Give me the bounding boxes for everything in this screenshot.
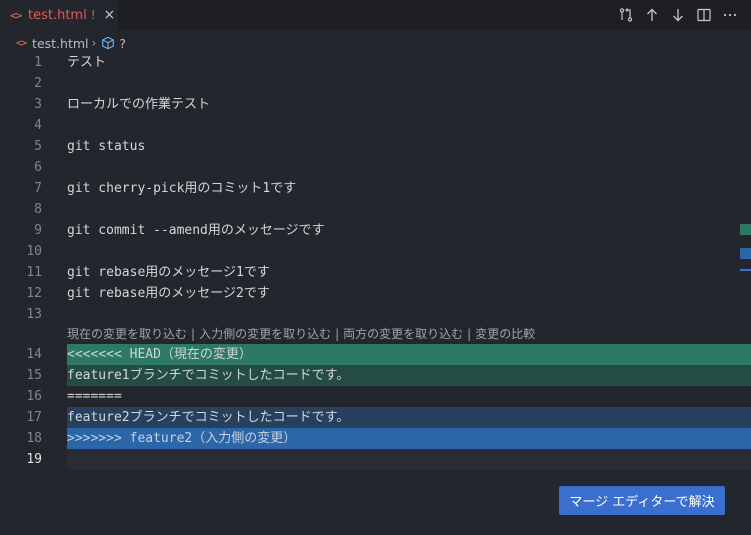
line-number: 3 <box>34 97 42 112</box>
code-line: 9 git commit --amend用のメッセージです <box>0 220 751 241</box>
line-number: 19 <box>26 452 42 467</box>
codelens-separator: | <box>191 327 196 341</box>
accept-current-change-link[interactable]: 現在の変更を取り込む <box>67 327 187 341</box>
code-line: 14 <<<<<<< HEAD（現在の変更） <box>0 344 751 365</box>
code-line: 15 feature1ブランチでコミットしたコードです。 <box>0 365 751 386</box>
line-text <box>67 115 751 136</box>
line-text <box>67 73 751 94</box>
code-editor[interactable]: 1 テスト 2 3 ローカルでの作業テスト 4 5 git status 6 7… <box>0 52 751 535</box>
code-line: 4 <box>0 115 751 136</box>
overview-ruler-current-mark <box>740 224 751 235</box>
line-number: 5 <box>34 139 42 154</box>
current-change-header: <<<<<<< HEAD（現在の変更） <box>67 344 751 365</box>
code-line: 7 git cherry-pick用のコミット1です <box>0 178 751 199</box>
split-editor-icon[interactable] <box>694 5 714 25</box>
line-text: git status <box>67 139 146 154</box>
code-line: 1 テスト <box>0 52 751 73</box>
incoming-change-header: >>>>>>> feature2（入力側の変更） <box>67 428 751 449</box>
modified-indicator: ! <box>90 8 96 22</box>
line-number: 2 <box>34 76 42 91</box>
tab-test-html[interactable]: <> test.html ! × <box>0 0 118 30</box>
html-file-icon: <> <box>16 37 27 49</box>
code-line: 2 <box>0 73 751 94</box>
close-icon[interactable]: × <box>104 7 116 23</box>
line-number: 6 <box>34 160 42 175</box>
tab-label: test.html <box>28 7 87 23</box>
line-number: 13 <box>26 307 42 322</box>
line-number: 14 <box>26 347 42 362</box>
line-number: 1 <box>34 55 42 70</box>
breadcrumb-file[interactable]: test.html <box>32 36 88 51</box>
codelens-separator: | <box>467 327 472 341</box>
code-line: 5 git status <box>0 136 751 157</box>
code-line: 10 <box>0 241 751 262</box>
merge-conflict-codelens: 現在の変更を取り込む | 入力側の変更を取り込む | 両方の変更を取り込む | 変更の比較 <box>67 326 535 342</box>
line-text <box>67 199 751 220</box>
conflict-separator: ======= <box>67 389 122 404</box>
code-line: 8 <box>0 199 751 220</box>
accept-both-changes-link[interactable]: 両方の変更を取り込む <box>343 327 463 341</box>
code-line: 3 ローカルでの作業テスト <box>0 94 751 115</box>
arrow-up-icon[interactable] <box>642 5 662 25</box>
html-file-icon: <> <box>10 8 22 22</box>
incoming-change-content: feature2ブランチでコミットしたコードです。 <box>67 407 751 428</box>
line-text: git commit --amend用のメッセージです <box>67 223 325 238</box>
chevron-right-icon: › <box>91 36 97 50</box>
line-text <box>67 449 751 470</box>
line-number: 7 <box>34 181 42 196</box>
compare-changes-link[interactable]: 変更の比較 <box>475 327 535 341</box>
code-line: 17 feature2ブランチでコミットしたコードです。 <box>0 407 751 428</box>
accept-incoming-change-link[interactable]: 入力側の変更を取り込む <box>199 327 331 341</box>
breadcrumb: <> test.html › ? <box>16 34 126 52</box>
more-actions-icon[interactable] <box>720 5 740 25</box>
codelens-separator: | <box>335 327 340 341</box>
overview-ruler-incoming-mark <box>740 248 751 259</box>
line-text <box>67 241 751 262</box>
line-text: git rebase用のメッセージ2です <box>67 286 270 301</box>
line-number: 18 <box>26 431 42 446</box>
code-line: 12 git rebase用のメッセージ2です <box>0 283 751 304</box>
line-number: 15 <box>26 368 42 383</box>
line-text: git cherry-pick用のコミット1です <box>67 181 297 196</box>
breadcrumb-symbol[interactable]: ? <box>119 36 126 51</box>
current-change-content: feature1ブランチでコミットしたコードです。 <box>67 365 751 386</box>
line-text <box>67 157 751 178</box>
arrow-down-icon[interactable] <box>668 5 688 25</box>
line-number: 11 <box>26 265 42 280</box>
line-number: 16 <box>26 389 42 404</box>
line-text: ローカルでの作業テスト <box>67 97 211 112</box>
line-number: 17 <box>26 410 42 425</box>
editor-window: <> test.html ! × <> test.html › ? 1 テスト … <box>0 0 751 535</box>
line-number: 12 <box>26 286 42 301</box>
code-line: 11 git rebase用のメッセージ1です <box>0 262 751 283</box>
line-number: 9 <box>34 223 42 238</box>
compare-changes-icon[interactable] <box>616 5 636 25</box>
code-line-cursor: 19 <box>0 449 751 470</box>
code-line: 13 <box>0 304 751 325</box>
line-text <box>67 304 751 325</box>
code-line: 18 >>>>>>> feature2（入力側の変更） <box>0 428 751 449</box>
line-text: git rebase用のメッセージ1です <box>67 265 270 280</box>
line-text: テスト <box>67 55 107 70</box>
overview-ruler-cursor-mark <box>740 269 751 271</box>
resolve-in-merge-editor-button[interactable]: マージ エディターで解決 <box>559 486 725 515</box>
code-line: 16 ======= <box>0 386 751 407</box>
code-line: 6 <box>0 157 751 178</box>
line-number: 4 <box>34 118 42 133</box>
cube-icon <box>101 36 115 50</box>
line-number: 10 <box>26 244 42 259</box>
tab-bar: <> test.html ! × <box>0 0 751 30</box>
line-number: 8 <box>34 202 42 217</box>
